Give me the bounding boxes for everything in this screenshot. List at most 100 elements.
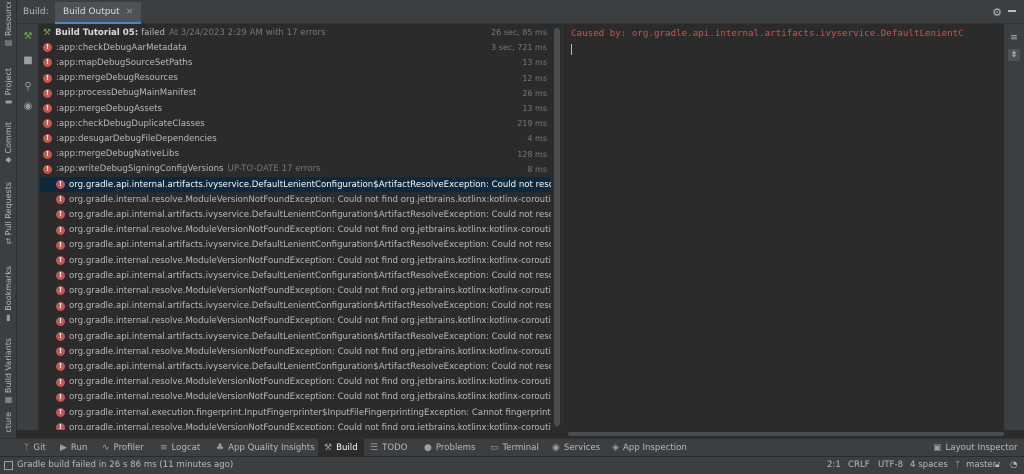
- error-message: org.gradle.internal.resolve.ModuleVersio…: [69, 392, 551, 403]
- tab-services[interactable]: ◉ Services: [552, 439, 600, 457]
- minimize-icon[interactable]: [1008, 10, 1016, 12]
- error-row[interactable]: ! org.gradle.api.internal.artifacts.ivyse…: [40, 177, 551, 193]
- tab-label: Git: [33, 443, 46, 453]
- build-console[interactable]: Caused by: org.gradle.api.internal.artif…: [562, 24, 1004, 430]
- tool-tab-pull-requests[interactable]: Pull Requests ⇅: [0, 182, 17, 246]
- task-row[interactable]: !:app:mapDebugSourceSetPaths 13 ms: [40, 55, 551, 70]
- error-icon: !: [56, 408, 65, 418]
- scroll-to-end-icon[interactable]: ⇟: [1008, 49, 1020, 61]
- build-title: Build Tutorial 05:: [55, 27, 139, 38]
- error-icon: !: [43, 88, 52, 98]
- notification-icon[interactable]: ◔: [1010, 460, 1018, 470]
- task-row[interactable]: !:app:mergeDebugAssets 13 ms: [40, 101, 551, 116]
- error-icon: !: [43, 119, 52, 129]
- error-icon: !: [56, 195, 65, 205]
- console-horizontal-scrollbar[interactable]: [562, 431, 1004, 437]
- tab-terminal[interactable]: ▭ Terminal: [490, 439, 539, 457]
- vcs-branch[interactable]: master: [966, 460, 996, 470]
- tab-app-quality-insights[interactable]: ♣ App Quality Insights: [216, 439, 315, 457]
- tab-build-output[interactable]: Build Output ×: [55, 2, 142, 24]
- error-message: org.gradle.api.internal.artifacts.ivyser…: [69, 301, 551, 312]
- pin-icon[interactable]: ⚲: [22, 80, 34, 92]
- error-icon: !: [43, 149, 52, 159]
- file-encoding[interactable]: UTF-8: [878, 460, 903, 470]
- tool-tab-build-variants[interactable]: Build Variants ▦: [0, 338, 17, 404]
- tab-todo[interactable]: ☰ TODO: [370, 439, 407, 457]
- tool-tab-structure[interactable]: cture: [0, 412, 17, 433]
- error-row[interactable]: ! org.gradle.internal.resolve.ModuleVersi…: [40, 192, 551, 207]
- panel-toggle-icon[interactable]: [4, 460, 13, 470]
- error-row[interactable]: ! org.gradle.internal.resolve.ModuleVersi…: [40, 420, 551, 430]
- lock-icon[interactable]: 🔓︎: [995, 460, 1001, 470]
- error-row[interactable]: ! org.gradle.internal.execution.fingerpri…: [40, 405, 551, 420]
- error-row[interactable]: ! org.gradle.internal.resolve.ModuleVersi…: [40, 223, 551, 238]
- task-name: :app:checkDebugDuplicateClasses: [56, 118, 205, 129]
- tool-tab-bookmarks[interactable]: Bookmarks ▮: [0, 266, 17, 322]
- build-summary-row[interactable]: ⚒ Build Tutorial 05: failed At 3/24/2023 2:…: [40, 25, 551, 40]
- tab-git[interactable]: ᛘ Git: [24, 439, 46, 457]
- error-icon: !: [43, 164, 52, 174]
- tool-tab-label: cture: [4, 412, 13, 433]
- tab-build-output-label: Build Output: [63, 7, 120, 17]
- task-row[interactable]: !:app:processDebugMainManifest 26 ms: [40, 86, 551, 101]
- app-quality-icon: ♣: [216, 443, 225, 453]
- caret-position[interactable]: 2:1: [827, 460, 841, 470]
- error-icon: !: [56, 347, 65, 357]
- error-icon: !: [43, 73, 52, 83]
- error-message: org.gradle.api.internal.artifacts.ivyser…: [69, 331, 551, 342]
- problems-icon: ●: [424, 443, 432, 453]
- task-row[interactable]: !:app:checkDebugAarMetadata 3 sec, 721 ms: [40, 40, 551, 55]
- tab-label: Logcat: [171, 443, 201, 453]
- tab-build[interactable]: ⚒ Build: [318, 439, 364, 457]
- error-row[interactable]: ! org.gradle.api.internal.artifacts.ivyse…: [40, 359, 551, 374]
- error-row[interactable]: ! org.gradle.api.internal.artifacts.ivyse…: [40, 268, 551, 283]
- folder-icon: ▬: [4, 97, 13, 107]
- gear-icon[interactable]: ⚙: [992, 6, 1002, 19]
- close-icon[interactable]: ×: [126, 7, 134, 17]
- line-separator[interactable]: CRLF: [848, 460, 870, 470]
- error-icon: !: [43, 104, 52, 114]
- hammer-icon[interactable]: ⚒: [22, 30, 34, 42]
- error-row[interactable]: ! org.gradle.api.internal.artifacts.ivyse…: [40, 329, 551, 344]
- error-row[interactable]: ! org.gradle.internal.resolve.ModuleVersi…: [40, 344, 551, 359]
- error-row[interactable]: ! org.gradle.internal.resolve.ModuleVersi…: [40, 314, 551, 329]
- tool-tab-commit[interactable]: Commit ◆: [0, 122, 17, 164]
- build-variants-icon: ▦: [4, 395, 13, 405]
- error-row[interactable]: ! org.gradle.api.internal.artifacts.ivyse…: [40, 299, 551, 314]
- tab-logcat[interactable]: ≡ Logcat: [160, 439, 200, 457]
- task-name: :app:mapDebugSourceSetPaths: [56, 57, 193, 68]
- tab-profiler[interactable]: ∿ Profiler: [102, 439, 144, 457]
- error-icon: !: [43, 134, 52, 144]
- tool-tab-resource-manager[interactable]: Resource Manager ▤: [0, 2, 17, 47]
- task-row[interactable]: !:app:checkDebugDuplicateClasses 219 ms: [40, 116, 551, 131]
- error-row[interactable]: ! org.gradle.internal.resolve.ModuleVersi…: [40, 390, 551, 405]
- tab-app-inspection[interactable]: ◈ App Inspection: [612, 439, 687, 457]
- error-icon: !: [56, 423, 65, 430]
- tab-problems[interactable]: ● Problems: [424, 439, 475, 457]
- status-message: Gradle build failed in 26 s 86 ms (11 mi…: [17, 460, 234, 470]
- error-message: org.gradle.internal.resolve.ModuleVersio…: [69, 316, 551, 327]
- task-row[interactable]: !:app:desugarDebugFileDependencies 4 ms: [40, 131, 551, 146]
- console-scrollbar-thumb[interactable]: [568, 432, 1004, 436]
- tree-scrollbar[interactable]: [552, 24, 561, 430]
- indent-setting[interactable]: 4 spaces: [910, 460, 948, 470]
- soft-wrap-icon[interactable]: ≡: [1008, 32, 1020, 44]
- tool-window-bar: ᛘ Git ▶ Run ∿ Profiler ≡ Logcat ♣ App Quality Ins…: [0, 438, 1024, 457]
- error-row[interactable]: ! org.gradle.internal.resolve.ModuleVersi…: [40, 253, 551, 268]
- error-row[interactable]: ! org.gradle.internal.resolve.ModuleVersi…: [40, 283, 551, 298]
- tab-layout-inspector[interactable]: ▣ Layout Inspector: [933, 439, 1018, 457]
- error-row[interactable]: ! org.gradle.internal.resolve.ModuleVersi…: [40, 375, 551, 390]
- tool-tab-project[interactable]: Project ▬: [0, 68, 17, 106]
- task-row[interactable]: !:app:writeDebugSigningConfigVersions UP-…: [40, 162, 551, 177]
- task-duration: 13 ms: [522, 104, 547, 114]
- status-message-area[interactable]: Gradle build failed in 26 s 86 ms (11 mi…: [4, 460, 233, 470]
- eye-icon[interactable]: ◉: [22, 100, 34, 112]
- task-duration: 26 ms: [522, 88, 547, 98]
- task-row[interactable]: !:app:mergeDebugResources 12 ms: [40, 71, 551, 86]
- error-row[interactable]: ! org.gradle.api.internal.artifacts.ivyse…: [40, 238, 551, 253]
- tab-run[interactable]: ▶ Run: [60, 439, 87, 457]
- tree-scrollbar-thumb[interactable]: [554, 28, 560, 426]
- stop-icon[interactable]: ■: [22, 54, 34, 66]
- error-row[interactable]: ! org.gradle.api.internal.artifacts.ivyse…: [40, 207, 551, 222]
- task-row[interactable]: !:app:mergeDebugNativeLibs 128 ms: [40, 147, 551, 162]
